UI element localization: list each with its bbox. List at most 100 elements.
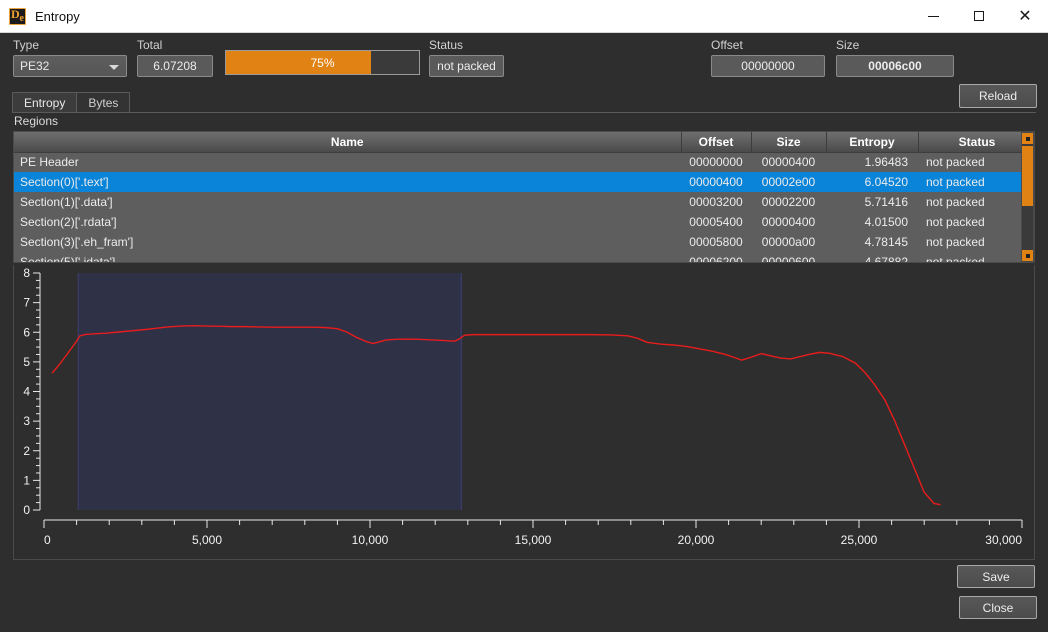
- column-header-offset[interactable]: Offset: [681, 132, 752, 153]
- offset-field-group: Offset 00000000: [711, 38, 825, 77]
- size-label: Size: [836, 38, 860, 52]
- scrollbar-thumb[interactable]: [1022, 146, 1033, 206]
- reload-button[interactable]: Reload: [959, 84, 1037, 108]
- x-tick-label: 15,000: [515, 533, 552, 547]
- scroll-down-arrow[interactable]: [1022, 250, 1033, 261]
- x-tick-label: 10,000: [352, 533, 389, 547]
- table-row[interactable]: PE Header 00000000 00000400 1.96483 not pack…: [14, 152, 1034, 172]
- window-controls: ✕: [910, 0, 1048, 32]
- column-header-name[interactable]: Name: [14, 132, 682, 153]
- table-row[interactable]: Section(3)['.eh_fram'] 00005800 00000a00 4.…: [14, 232, 1034, 252]
- offset-label: Offset: [711, 38, 743, 52]
- toolbar: Type PE32 Total 6.07208 Status not packe…: [0, 33, 1048, 108]
- x-tick-label: 25,000: [841, 533, 878, 547]
- title-bar: Entropy ✕: [0, 0, 1048, 33]
- cell-offset: 00000000: [689, 155, 743, 170]
- cell-status: not packed: [926, 175, 985, 189]
- offset-value[interactable]: 00000000: [711, 55, 825, 77]
- minimize-button[interactable]: [910, 0, 956, 32]
- table-header-row: Name Offset Size Entropy Status: [14, 132, 1034, 153]
- tab-label: Bytes: [88, 96, 119, 110]
- cell-entropy: 4.67882: [864, 255, 908, 263]
- entropy-chart-svg: 0 1 2 3 4 5 6 7 8 0 5,000 10,000 15,000 20,000 25,000 3…: [23, 266, 1023, 547]
- tab-rule: [12, 112, 1036, 113]
- window-title: Entropy: [35, 8, 80, 24]
- y-tick-label: 0: [23, 503, 30, 517]
- y-tick-label: 3: [23, 414, 30, 428]
- maximize-icon: [974, 11, 984, 21]
- cell-status: not packed: [926, 195, 985, 209]
- tab-label: Entropy: [24, 96, 66, 110]
- cell-offset: 00005400: [689, 215, 743, 229]
- table-row[interactable]: Section(5)['.idata'] 00006200 00000600 4.67…: [14, 252, 1034, 263]
- tab-bytes[interactable]: Bytes: [76, 92, 131, 113]
- tab-entropy[interactable]: Entropy: [12, 92, 78, 113]
- scroll-up-arrow[interactable]: [1022, 133, 1033, 144]
- close-icon: ✕: [1018, 6, 1032, 25]
- status-badge: not packed: [429, 55, 504, 77]
- y-tick-label: 7: [23, 296, 30, 310]
- maximize-button[interactable]: [956, 0, 1002, 32]
- cell-status: not packed: [926, 215, 985, 229]
- cell-name: Section(5)['.idata']: [20, 255, 116, 263]
- column-header-status[interactable]: Status: [918, 132, 1034, 153]
- chart-selection-region[interactable]: [78, 273, 462, 510]
- status-label: Status: [429, 38, 464, 52]
- cell-size: 00002e00: [761, 175, 816, 189]
- cell-status: not packed: [926, 255, 985, 263]
- progress-label: 75%: [310, 55, 335, 70]
- x-tick-label: 30,000: [985, 533, 1022, 547]
- entropy-progress-bar: 75%: [225, 50, 420, 75]
- y-tick-label: 8: [23, 266, 30, 280]
- table-row[interactable]: Section(1)['.data'] 00003200 00002200 5.714…: [14, 192, 1034, 212]
- total-value: 6.07208: [137, 55, 213, 77]
- type-label: Type: [13, 38, 40, 52]
- table-row[interactable]: Section(0)['.text'] 00000400 00002e00 6.045…: [14, 172, 1034, 192]
- cell-entropy: 1.96483: [864, 155, 908, 170]
- save-button[interactable]: Save: [957, 565, 1035, 588]
- die-app-icon: [9, 7, 26, 25]
- table-row[interactable]: Section(2)['.rdata'] 00005400 00000400 4.01…: [14, 212, 1034, 232]
- total-field-group: Total 6.07208: [137, 38, 213, 77]
- column-header-entropy[interactable]: Entropy: [826, 132, 919, 153]
- cell-status: not packed: [926, 235, 985, 249]
- status-field-group: Status not packed: [429, 38, 504, 77]
- chevron-down-icon: [109, 65, 119, 70]
- type-select-value: PE32: [20, 59, 50, 73]
- cell-entropy: 5.71416: [864, 195, 908, 209]
- column-header-size[interactable]: Size: [751, 132, 827, 153]
- cell-size: 00000600: [761, 255, 816, 263]
- cell-offset: 00005800: [689, 235, 743, 249]
- tab-bar: Entropy Bytes: [12, 92, 131, 113]
- cell-offset: 00000400: [689, 175, 743, 189]
- cell-size: 00000400: [761, 155, 816, 170]
- entropy-chart[interactable]: 0 1 2 3 4 5 6 7 8 0 5,000 10,000 15,000 20,000 25,000 3…: [13, 265, 1035, 560]
- table-scrollbar[interactable]: [1021, 132, 1034, 262]
- y-tick-label: 1: [23, 473, 30, 487]
- cell-entropy: 4.01500: [864, 215, 908, 229]
- regions-label: Regions: [14, 114, 59, 128]
- table-body: PE Header 00000000 00000400 1.96483 not pack…: [14, 152, 1034, 263]
- minimize-icon: [927, 15, 939, 17]
- cell-name: PE Header: [20, 155, 79, 170]
- cell-size: 00000a00: [761, 235, 816, 249]
- x-tick-label: 0: [44, 533, 51, 547]
- type-select[interactable]: PE32: [13, 55, 127, 77]
- cell-name: Section(0)['.text']: [20, 175, 109, 189]
- cell-name: Section(3)['.eh_fram']: [20, 235, 134, 249]
- cell-entropy: 6.04520: [864, 175, 908, 189]
- cell-name: Section(2)['.rdata']: [20, 215, 117, 229]
- y-tick-label: 4: [23, 385, 30, 399]
- y-tick-label: 6: [23, 325, 30, 339]
- regions-table[interactable]: Name Offset Size Entropy Status PE Header 000…: [13, 131, 1035, 263]
- x-tick-label: 5,000: [192, 533, 222, 547]
- cell-name: Section(1)['.data']: [20, 195, 113, 209]
- cell-offset: 00003200: [689, 195, 743, 209]
- size-value[interactable]: 00006c00: [836, 55, 954, 77]
- y-tick-label: 2: [23, 444, 30, 458]
- close-button[interactable]: ✕: [1002, 0, 1048, 32]
- cell-status: not packed: [926, 155, 985, 170]
- x-tick-label: 20,000: [678, 533, 715, 547]
- close-button-footer[interactable]: Close: [959, 596, 1037, 619]
- type-field-group: Type PE32: [13, 38, 127, 77]
